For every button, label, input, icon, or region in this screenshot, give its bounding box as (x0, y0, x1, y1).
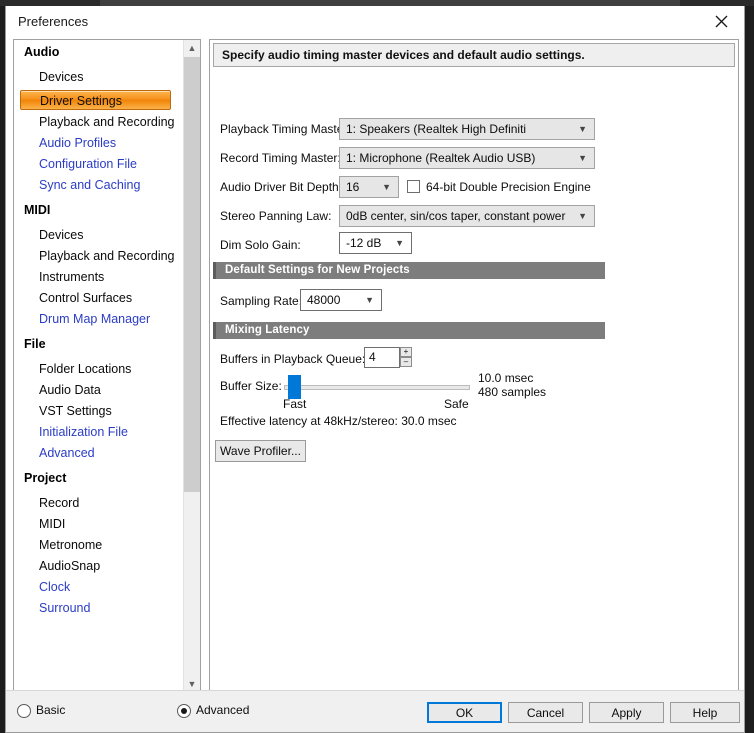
section-mixing-latency-title: Mixing Latency (225, 324, 310, 336)
sampling-rate-combo[interactable]: 48000 ▼ (300, 289, 382, 311)
sidebar-item-advanced[interactable]: Advanced (14, 445, 184, 462)
buffers-queue-input[interactable]: 4 (364, 347, 400, 368)
sidebar-item-devices[interactable]: Devices (14, 69, 184, 86)
sidebar-item-playback-and-recording[interactable]: Playback and Recording (14, 248, 184, 265)
sampling-rate-value: 48000 (307, 293, 341, 307)
panel-description: Specify audio timing master devices and … (213, 43, 735, 67)
preferences-dialog: Preferences Audio Devices Driver Settings P… (5, 6, 745, 733)
help-button[interactable]: Help (670, 702, 740, 723)
chevron-down-icon: ▼ (578, 211, 587, 221)
chevron-down-icon: ▼ (365, 295, 374, 305)
settings-panel: Specify audio timing master devices and … (209, 39, 739, 694)
bit-depth-combo[interactable]: 16 ▼ (339, 176, 399, 198)
chevron-down-icon: ▼ (382, 182, 391, 192)
buffer-size-min-label: Fast (283, 397, 307, 411)
sidebar-group-file: File (24, 337, 46, 351)
sidebar-group-audio: Audio (24, 45, 60, 59)
buffer-size-label: Buffer Size: (220, 379, 282, 393)
radio-advanced[interactable] (177, 704, 191, 718)
dim-solo-gain-combo[interactable]: -12 dB ▼ (339, 232, 412, 254)
stereo-panning-law-value: 0dB center, sin/cos taper, constant powe… (346, 209, 566, 223)
sidebar-scrollbar[interactable]: ▲ ▼ (183, 40, 200, 693)
radio-advanced-label[interactable]: Advanced (196, 703, 249, 717)
scrollbar-thumb[interactable] (184, 57, 200, 492)
stereo-panning-law-label: Stereo Panning Law: (220, 209, 332, 223)
sidebar-item-vst-settings[interactable]: VST Settings (14, 403, 184, 420)
effective-latency-text: Effective latency at 48kHz/stereo: 30.0 … (220, 414, 457, 428)
bit-depth-label: Audio Driver Bit Depth: (220, 180, 343, 194)
ok-button[interactable]: OK (427, 702, 502, 723)
sidebar-item-folder-locations[interactable]: Folder Locations (14, 361, 184, 378)
sidebar-item-audiosnap[interactable]: AudioSnap (14, 558, 184, 575)
buffers-queue-stepper: + – (400, 347, 412, 368)
dialog-footer: Basic Advanced OK Cancel Apply Help (6, 690, 744, 732)
sidebar-group-project: Project (24, 471, 67, 485)
radio-basic[interactable] (17, 704, 31, 718)
sidebar-item-surround[interactable]: Surround (14, 600, 184, 617)
close-icon[interactable] (699, 6, 744, 37)
sidebar-item-initialization-file[interactable]: Initialization File (14, 424, 184, 441)
chevron-up-icon[interactable]: ▲ (184, 40, 200, 57)
buffers-queue-value: 4 (369, 350, 376, 364)
sidebar-item-driver-settings[interactable]: Driver Settings (20, 90, 171, 110)
playback-timing-master-value: 1: Speakers (Realtek High Definiti (346, 122, 527, 136)
buffer-size-samples: 480 samples (478, 385, 547, 399)
sidebar-group-midi: MIDI (24, 203, 51, 217)
sidebar-item-playback-and-recording[interactable]: Playback and Recording (14, 114, 184, 131)
chevron-down-icon: ▼ (578, 124, 587, 134)
sidebar-item-midi[interactable]: MIDI (14, 516, 184, 533)
chevron-down-icon: ▼ (395, 238, 404, 248)
sidebar-item-configuration-file[interactable]: Configuration File (14, 156, 184, 173)
title-bar: Preferences (6, 6, 744, 38)
sampling-rate-label: Sampling Rate: (220, 294, 303, 308)
wave-profiler-button[interactable]: Wave Profiler... (215, 440, 306, 462)
dim-solo-gain-label: Dim Solo Gain: (220, 238, 301, 252)
bit-depth-value: 16 (346, 180, 360, 194)
playback-timing-master-combo[interactable]: 1: Speakers (Realtek High Definiti ▼ (339, 118, 595, 140)
sidebar-item-clock[interactable]: Clock (14, 579, 184, 596)
radio-basic-label[interactable]: Basic (36, 703, 65, 717)
sidebar-item-devices[interactable]: Devices (14, 227, 184, 244)
buffer-size-slider-thumb[interactable] (288, 375, 302, 399)
stepper-up-button[interactable]: + (400, 347, 412, 357)
section-default-settings-title: Default Settings for New Projects (225, 264, 410, 276)
sidebar-item-audio-data[interactable]: Audio Data (14, 382, 184, 399)
buffers-queue-label: Buffers in Playback Queue: (220, 352, 366, 366)
buffer-size-max-label: Safe (444, 397, 469, 411)
record-timing-master-label: Record Timing Master: (220, 151, 341, 165)
double-precision-label: 64-bit Double Precision Engine (426, 180, 591, 194)
dim-solo-gain-value: -12 dB (346, 236, 382, 250)
cancel-button[interactable]: Cancel (508, 702, 583, 723)
navigation-sidebar: Audio Devices Driver Settings Playback and … (13, 39, 201, 694)
stereo-panning-law-combo[interactable]: 0dB center, sin/cos taper, constant powe… (339, 205, 595, 227)
navigation-list: Audio Devices Driver Settings Playback and … (14, 40, 184, 621)
buffer-size-slider-track[interactable] (284, 385, 470, 390)
sidebar-item-record[interactable]: Record (14, 495, 184, 512)
sidebar-item-audio-profiles[interactable]: Audio Profiles (14, 135, 184, 152)
sidebar-item-drum-map-manager[interactable]: Drum Map Manager (14, 311, 184, 328)
page-title: Preferences (18, 14, 89, 29)
playback-timing-master-label: Playback Timing Master: (220, 122, 351, 136)
sidebar-item-metronome[interactable]: Metronome (14, 537, 184, 554)
desktop-background: Preferences Audio Devices Driver Settings P… (0, 0, 754, 733)
radio-advanced-dot (181, 708, 187, 714)
sidebar-item-sync-and-caching[interactable]: Sync and Caching (14, 177, 184, 194)
section-default-settings-header: Default Settings for New Projects (213, 262, 605, 279)
buffer-size-msec: 10.0 msec (478, 371, 534, 385)
sidebar-item-control-surfaces[interactable]: Control Surfaces (14, 290, 184, 307)
section-mixing-latency-header: Mixing Latency (213, 322, 605, 339)
sidebar-item-instruments[interactable]: Instruments (14, 269, 184, 286)
record-timing-master-combo[interactable]: 1: Microphone (Realtek Audio USB) ▼ (339, 147, 595, 169)
stepper-down-button[interactable]: – (400, 357, 412, 367)
double-precision-checkbox[interactable] (407, 180, 420, 193)
record-timing-master-value: 1: Microphone (Realtek Audio USB) (346, 151, 536, 165)
chevron-down-icon: ▼ (578, 153, 587, 163)
apply-button[interactable]: Apply (589, 702, 664, 723)
